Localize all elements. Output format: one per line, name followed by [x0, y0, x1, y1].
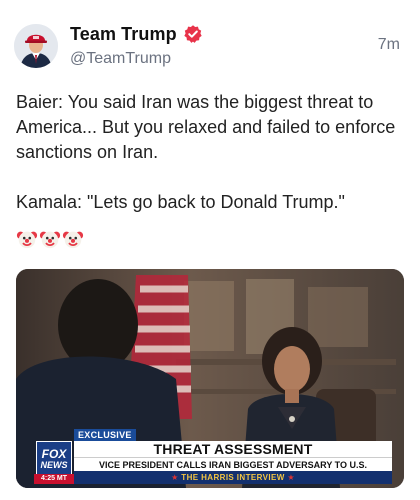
avatar-profile-photo [14, 24, 58, 68]
handle[interactable]: @TeamTrump [70, 50, 203, 68]
news-chyron: EXCLUSIVE FOX NEWS 4:25 MT THREAT ASSESS… [16, 427, 404, 488]
post-header: Team Trump @TeamTrump 7m [14, 20, 406, 72]
clown-face-icon [39, 231, 61, 249]
exclusive-tag: EXCLUSIVE [74, 429, 136, 441]
emoji-row [16, 228, 401, 252]
post-text: Baier: You said Iran was the biggest thr… [16, 90, 401, 252]
network-logo: FOX NEWS [36, 441, 72, 477]
chyron-show-name: ★ THE HARRIS INTERVIEW ★ [74, 471, 392, 484]
post-paragraph-2: Kamala: "Lets go back to Donald Trump." [16, 192, 345, 212]
post-paragraph-1: Baier: You said Iran was the biggest thr… [16, 92, 396, 162]
verified-badge-icon [184, 25, 202, 43]
chyron-headline: THREAT ASSESSMENT [74, 441, 392, 457]
network-logo-line-2: NEWS [40, 460, 68, 470]
network-logo-line-1: FOX [41, 447, 67, 461]
chyron-subheadline: VICE PRESIDENT CALLS IRAN BIGGEST ADVERS… [74, 457, 392, 471]
broadcast-clock: 4:25 MT [34, 474, 74, 484]
display-name[interactable]: Team Trump [70, 24, 177, 45]
show-name-text: THE HARRIS INTERVIEW [181, 473, 285, 482]
author-names: Team Trump @TeamTrump [70, 22, 203, 68]
post-media-video[interactable]: EXCLUSIVE FOX NEWS 4:25 MT THREAT ASSESS… [16, 269, 404, 488]
clown-face-icon [62, 231, 84, 249]
post-timestamp[interactable]: 7m [378, 36, 400, 54]
star-icon: ★ [287, 473, 295, 482]
social-post: Team Trump @TeamTrump 7m Baier: You said… [0, 0, 420, 500]
clown-face-icon [16, 231, 38, 249]
star-icon: ★ [171, 473, 179, 482]
avatar[interactable] [14, 24, 58, 68]
